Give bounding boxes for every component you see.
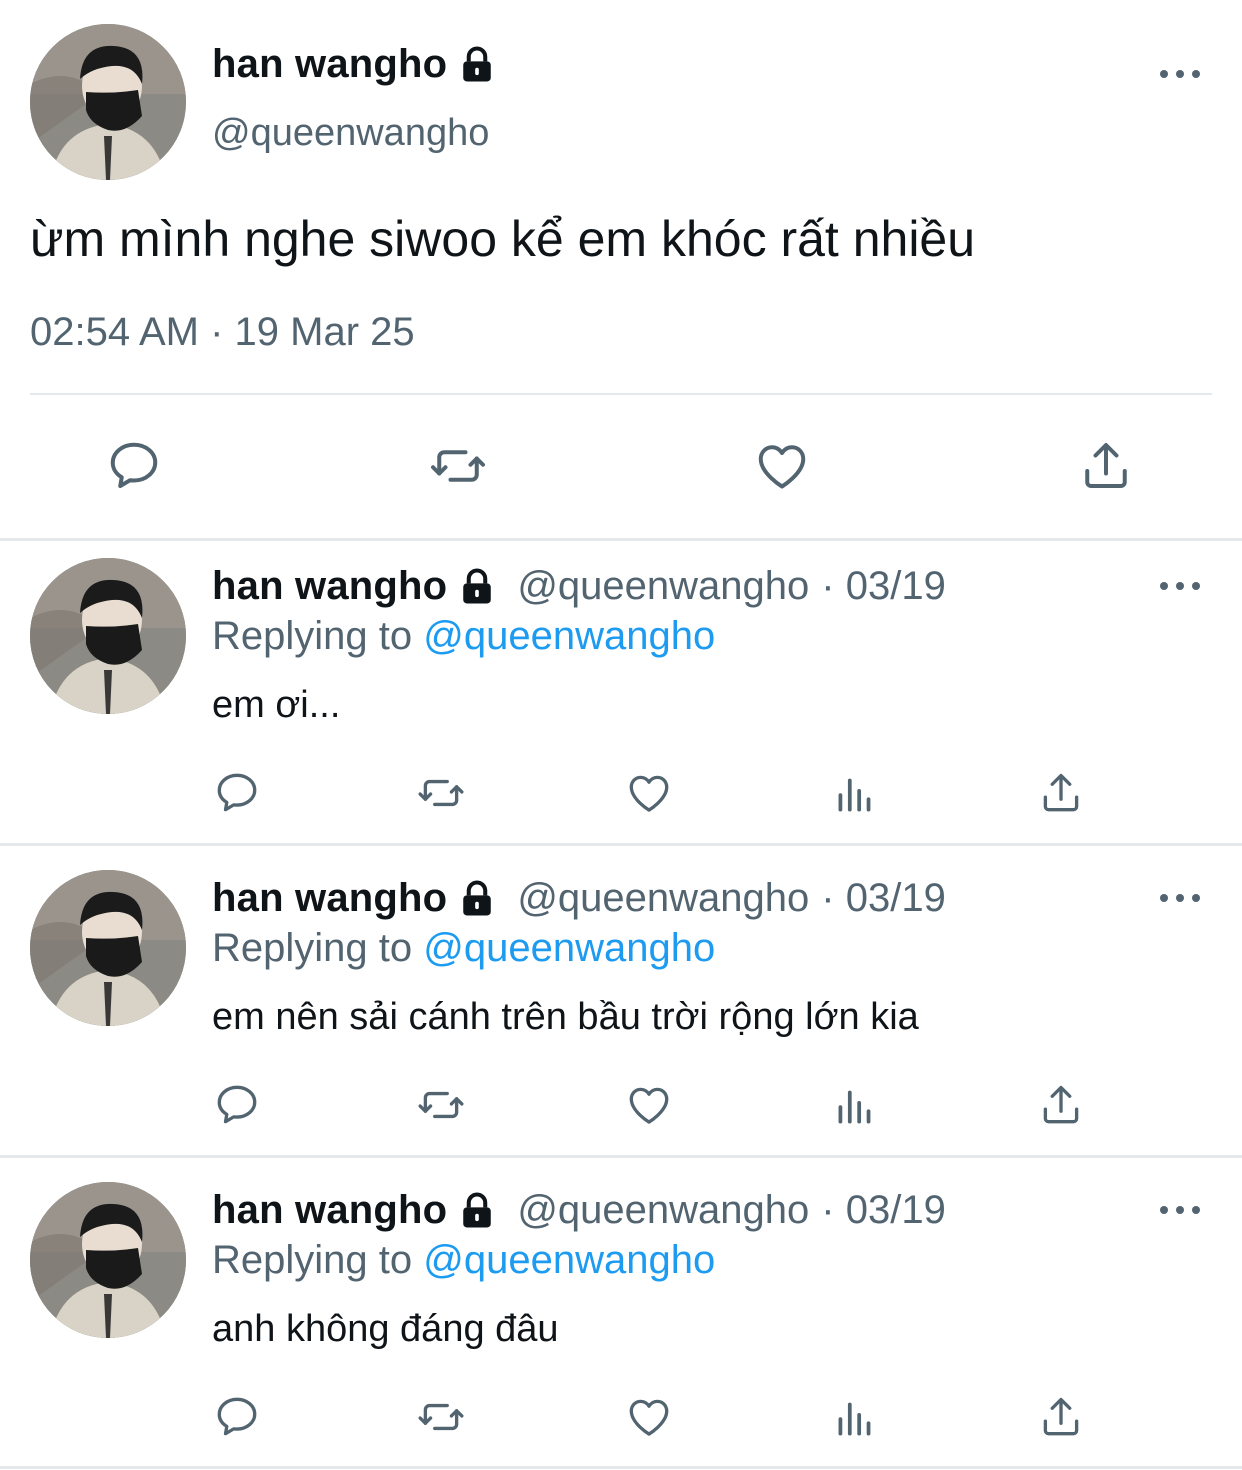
lock-icon	[455, 1189, 499, 1233]
reply-button[interactable]	[212, 1080, 262, 1130]
reply-button[interactable]	[104, 436, 164, 496]
share-icon	[1036, 1392, 1086, 1442]
display-name[interactable]: han wangho	[212, 564, 447, 609]
heart-icon	[624, 1080, 674, 1130]
user-handle[interactable]: @queenwangho	[517, 564, 809, 609]
replying-label: Replying to	[212, 926, 424, 970]
lock-icon	[455, 877, 499, 921]
tweet-text: em nên sải cánh trên bầu trời rộng lớn k…	[212, 996, 919, 1038]
user-handle[interactable]: @queenwangho	[212, 112, 489, 155]
views-icon	[830, 768, 880, 818]
author-row: han wangho @queenwangho · 03/19	[212, 564, 946, 609]
retweet-icon	[416, 1392, 466, 1442]
reply-icon	[212, 1080, 262, 1130]
avatar[interactable]	[30, 558, 186, 714]
tweet-text: em ơi...	[212, 684, 341, 726]
share-icon	[1036, 768, 1086, 818]
display-name[interactable]: han wangho	[212, 1188, 447, 1233]
replying-label: Replying to	[212, 1238, 424, 1282]
more-icon[interactable]	[1160, 888, 1200, 908]
author-row: han wangho	[212, 42, 499, 87]
tweet-date[interactable]: · 03/19	[821, 564, 946, 609]
heart-icon	[624, 1392, 674, 1442]
divider	[0, 1155, 1242, 1158]
tweet-date[interactable]: · 03/19	[821, 876, 946, 921]
lock-icon	[455, 43, 499, 87]
share-button[interactable]	[1036, 768, 1086, 818]
like-button[interactable]	[752, 436, 812, 496]
reply-tweet: han wangho @queenwangho · 03/19 Replying…	[0, 852, 1242, 1164]
like-button[interactable]	[624, 1392, 674, 1442]
mention-link[interactable]: @queenwangho	[423, 1238, 715, 1282]
retweet-button[interactable]	[416, 1080, 466, 1130]
share-icon	[1036, 1080, 1086, 1130]
heart-icon	[752, 436, 812, 496]
views-icon	[830, 1080, 880, 1130]
tweet-date[interactable]: · 03/19	[821, 1188, 946, 1233]
replying-to: Replying to @queenwangho	[212, 614, 715, 659]
reply-tweet: han wangho @queenwangho · 03/19 Replying…	[0, 1164, 1242, 1470]
mention-link[interactable]: @queenwangho	[423, 926, 715, 970]
retweet-icon	[416, 768, 466, 818]
share-button[interactable]	[1036, 1392, 1086, 1442]
reply-button[interactable]	[212, 1392, 262, 1442]
retweet-icon	[428, 436, 488, 496]
user-handle[interactable]: @queenwangho	[517, 1188, 809, 1233]
replying-to: Replying to @queenwangho	[212, 1238, 715, 1283]
reply-icon	[212, 1392, 262, 1442]
views-icon	[830, 1392, 880, 1442]
views-button[interactable]	[830, 768, 880, 818]
author-row: han wangho @queenwangho · 03/19	[212, 876, 946, 921]
avatar[interactable]	[30, 24, 186, 180]
more-icon[interactable]	[1160, 576, 1200, 596]
more-icon[interactable]	[1160, 64, 1200, 84]
reply-icon	[104, 436, 164, 496]
share-button[interactable]	[1076, 436, 1136, 496]
replying-label: Replying to	[212, 614, 424, 658]
reply-tweet: han wangho @queenwangho · 03/19 Replying…	[0, 540, 1242, 852]
divider	[0, 843, 1242, 846]
heart-icon	[624, 768, 674, 818]
divider	[30, 393, 1212, 395]
share-icon	[1076, 436, 1136, 496]
views-button[interactable]	[830, 1080, 880, 1130]
display-name[interactable]: han wangho	[212, 42, 447, 87]
retweet-button[interactable]	[416, 768, 466, 818]
tweet-timestamp[interactable]: 02:54 AM · 19 Mar 25	[30, 310, 415, 355]
views-button[interactable]	[830, 1392, 880, 1442]
display-name[interactable]: han wangho	[212, 876, 447, 921]
user-handle[interactable]: @queenwangho	[517, 876, 809, 921]
replying-to: Replying to @queenwangho	[212, 926, 715, 971]
like-button[interactable]	[624, 768, 674, 818]
more-icon[interactable]	[1160, 1200, 1200, 1220]
reply-button[interactable]	[212, 768, 262, 818]
author-row: han wangho @queenwangho · 03/19	[212, 1188, 946, 1233]
reply-icon	[212, 768, 262, 818]
divider	[0, 1466, 1242, 1469]
avatar[interactable]	[30, 1182, 186, 1338]
lock-icon	[455, 565, 499, 609]
tweet-text: anh không đáng đâu	[212, 1308, 559, 1350]
retweet-icon	[416, 1080, 466, 1130]
share-button[interactable]	[1036, 1080, 1086, 1130]
tweet-text: ừm mình nghe siwoo kể em khóc rất nhiều	[30, 211, 976, 267]
retweet-button[interactable]	[428, 436, 488, 496]
avatar[interactable]	[30, 870, 186, 1026]
mention-link[interactable]: @queenwangho	[423, 614, 715, 658]
main-tweet: han wangho @queenwangho ừm mình nghe siw…	[0, 0, 1242, 540]
retweet-button[interactable]	[416, 1392, 466, 1442]
like-button[interactable]	[624, 1080, 674, 1130]
